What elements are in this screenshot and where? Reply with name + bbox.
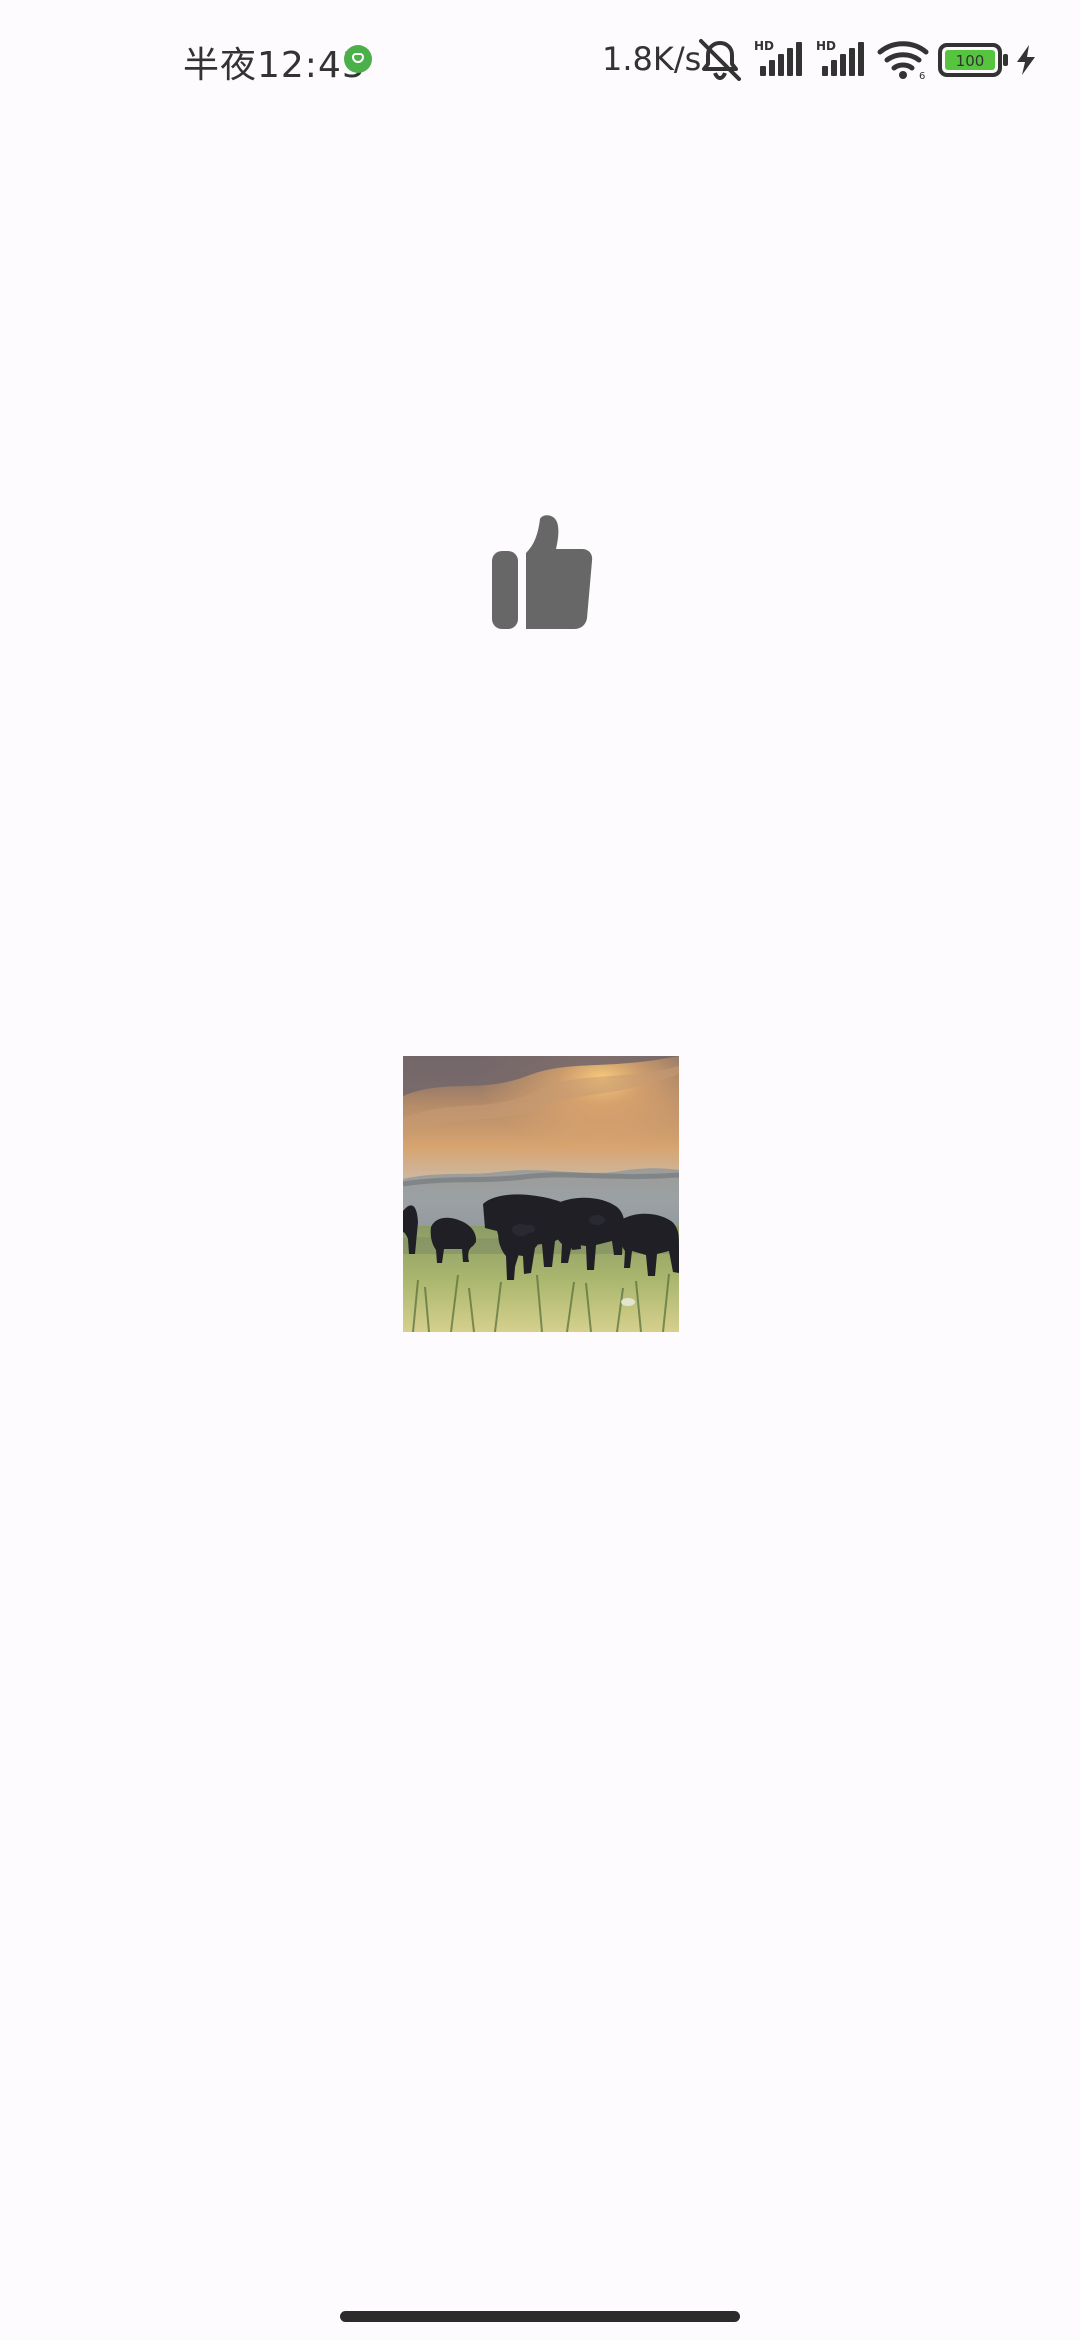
buffalo-field-image	[403, 1056, 679, 1332]
signal-2-label: HD	[816, 39, 836, 53]
battery-level: 100	[956, 52, 985, 70]
status-time: 半夜12:43	[183, 45, 366, 86]
app-notification-icon	[344, 45, 372, 73]
network-speed: 1.8K/s	[602, 40, 702, 78]
status-bar: 半夜12:43 1.8K/s HD HD 6 100	[0, 0, 1080, 120]
charging-icon	[1017, 45, 1035, 75]
home-indicator[interactable]	[340, 2311, 740, 2322]
signal-1-label: HD	[754, 39, 774, 53]
thumbs-up-icon[interactable]	[488, 515, 594, 631]
wifi-label: 6	[919, 71, 925, 80]
wifi-icon: 6	[877, 41, 929, 80]
signal-strength-1-icon: HD	[754, 39, 802, 76]
mute-bell-icon	[699, 39, 741, 81]
signal-strength-2-icon: HD	[816, 39, 864, 76]
battery-icon: 100	[938, 43, 1008, 77]
water-buffalo-photo[interactable]	[403, 1056, 679, 1332]
